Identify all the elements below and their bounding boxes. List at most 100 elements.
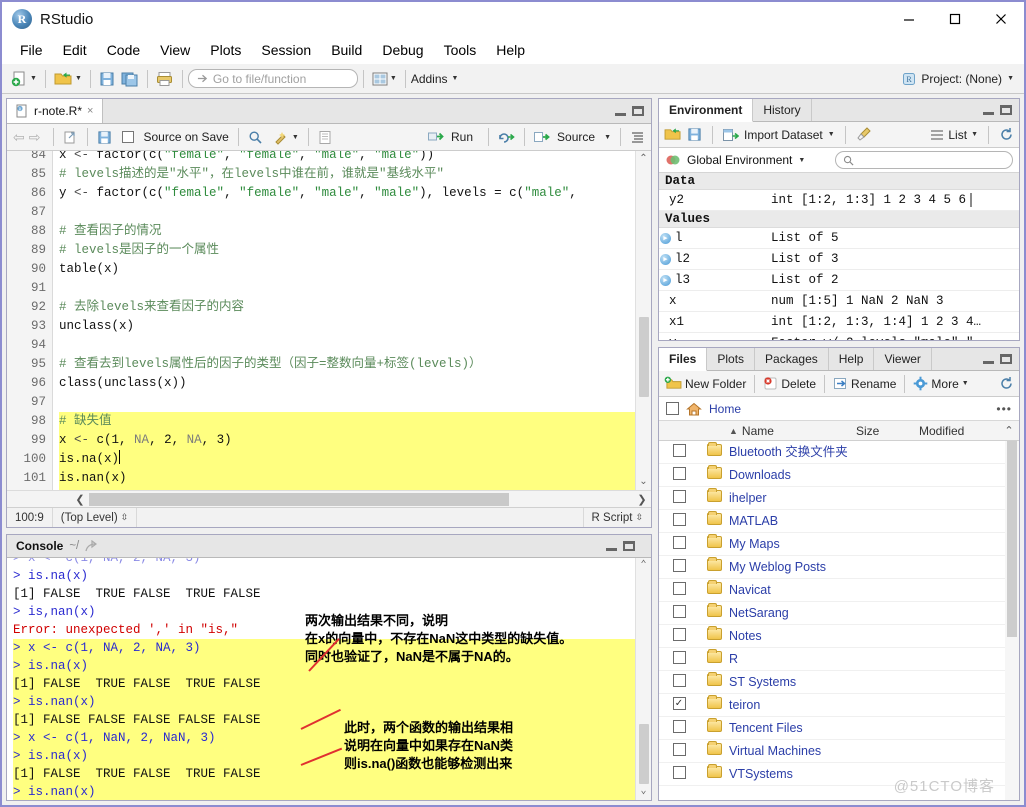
header-modified-col[interactable]: Modified <box>919 424 999 438</box>
file-name-link[interactable]: Notes <box>729 628 1019 644</box>
delete-icon[interactable] <box>763 376 778 391</box>
files-listing[interactable]: Bluetooth 交换文件夹 Downloads ihelper MATLAB My … <box>659 441 1019 800</box>
environment-row[interactable]: ▶ l List of 5 <box>659 228 1019 249</box>
updown-icon[interactable]: ⇳ <box>635 512 643 523</box>
files-path-home[interactable]: Home <box>709 402 741 416</box>
file-row[interactable]: MATLAB <box>659 510 1019 533</box>
file-checkbox[interactable] <box>672 513 686 526</box>
environment-variable-list[interactable]: Data y2 int [1:2, 1:3] 1 2 3 4 5 6 Values ▶ l… <box>659 173 1019 340</box>
chevron-down-icon[interactable]: ▼ <box>75 75 82 82</box>
menu-session[interactable]: Session <box>251 39 321 61</box>
code-line[interactable]: # levels描述的是"水平"，在levels中谁在前，谁就是"基线水平" <box>59 165 651 184</box>
code-line[interactable]: is.na(x) <box>59 450 651 469</box>
source-icon[interactable] <box>534 130 550 144</box>
code-line[interactable]: # levels是因子的一个属性 <box>59 241 651 260</box>
file-checkbox[interactable] <box>672 467 686 480</box>
file-checkbox[interactable] <box>672 628 686 641</box>
code-line[interactable]: y <- factor(c("female", "female", "male"… <box>59 184 651 203</box>
hscroll-track[interactable] <box>89 492 633 506</box>
scroll-down-icon[interactable]: ⌄ <box>640 784 646 800</box>
file-checkbox[interactable] <box>672 582 686 595</box>
updown-icon[interactable]: ⇳ <box>121 512 129 523</box>
source-label[interactable]: Source <box>557 130 595 144</box>
save-icon[interactable] <box>97 130 112 145</box>
tab-help[interactable]: Help <box>828 348 875 370</box>
file-checkbox[interactable] <box>672 674 686 687</box>
code-line[interactable]: # 查看因子的情况 <box>59 222 651 241</box>
files-scrollbar-thumb[interactable] <box>1007 441 1017 637</box>
file-type-selector[interactable]: R Script ⇳ <box>582 508 651 527</box>
file-name-link[interactable]: Virtual Machines <box>729 743 1019 759</box>
rename-label[interactable]: Rename <box>851 377 896 391</box>
menu-view[interactable]: View <box>150 39 200 61</box>
code-line[interactable] <box>59 279 651 298</box>
code-line[interactable]: is.nan(x) <box>59 469 651 488</box>
file-row[interactable]: ihelper <box>659 487 1019 510</box>
environment-row[interactable]: ▶ l2 List of 3 <box>659 249 1019 270</box>
file-row[interactable]: Navicat <box>659 579 1019 602</box>
chevron-down-icon[interactable]: ▼ <box>798 157 805 164</box>
maximize-pane-icon[interactable] <box>632 106 644 116</box>
new-file-button[interactable]: ▼ <box>8 67 40 91</box>
chevron-down-icon[interactable]: ▼ <box>452 75 459 82</box>
tab-files[interactable]: Files <box>659 348 708 371</box>
editor-horizontal-scrollbar[interactable]: ❮ ❯ <box>7 490 651 507</box>
file-row[interactable]: NetSarang <box>659 602 1019 625</box>
minimize-pane-icon[interactable] <box>606 547 617 551</box>
file-row[interactable]: Tencent Files <box>659 717 1019 740</box>
file-name-link[interactable]: R <box>729 651 1019 667</box>
run-label[interactable]: Run <box>451 130 473 144</box>
menu-tools[interactable]: Tools <box>434 39 487 61</box>
code-line[interactable]: # 查看去到levels属性后的因子的类型（因子=整数向量+标签(levels)… <box>59 355 651 374</box>
environment-row[interactable]: x num [1:5] 1 NaN 2 NaN 3 <box>659 291 1019 312</box>
expand-icon[interactable]: ▶ <box>660 274 671 286</box>
back-icon[interactable]: ⇦ <box>13 129 25 146</box>
forward-icon[interactable]: ⇨ <box>29 129 41 146</box>
file-checkbox[interactable] <box>672 720 686 733</box>
editor-vertical-scrollbar[interactable]: ⌃ ⌄ <box>635 151 651 490</box>
code-text-area[interactable]: x <- factor(c("female", "female", "male"… <box>53 151 651 490</box>
maximize-pane-icon[interactable] <box>1000 105 1012 115</box>
file-checkbox[interactable] <box>672 559 686 572</box>
close-button[interactable] <box>978 2 1024 36</box>
file-row[interactable]: ✓ teiron <box>659 694 1019 717</box>
minimize-button[interactable] <box>886 2 932 36</box>
source-on-save-checkbox[interactable] <box>122 131 135 143</box>
code-line[interactable] <box>59 488 651 490</box>
file-name-link[interactable]: NetSarang <box>729 605 1019 621</box>
minimize-pane-icon[interactable] <box>983 111 994 115</box>
console-vertical-scrollbar[interactable]: ⌃ ⌄ <box>635 558 651 800</box>
goto-file-function-input[interactable]: Go to file/function <box>187 69 358 88</box>
collapse-icon[interactable]: ⌃ <box>999 424 1019 437</box>
environment-row[interactable]: ▶ l3 List of 2 <box>659 270 1019 291</box>
chevron-down-icon[interactable]: ▼ <box>962 380 969 387</box>
minimize-pane-icon[interactable] <box>615 112 626 116</box>
source-tab-r-note[interactable]: R r-note.R* × <box>7 99 104 123</box>
more-label[interactable]: More <box>931 377 958 391</box>
file-row[interactable]: ST Systems <box>659 671 1019 694</box>
code-line[interactable] <box>59 336 651 355</box>
refresh-icon[interactable] <box>999 127 1014 142</box>
code-line[interactable]: unclass(x) <box>59 317 651 336</box>
scope-selector[interactable]: (Top Level) ⇳ <box>53 508 138 527</box>
header-name-col[interactable]: ▲ Name <box>729 424 856 438</box>
chevron-down-icon[interactable]: ▼ <box>1007 75 1014 82</box>
save-icon[interactable] <box>687 127 702 142</box>
file-checkbox[interactable] <box>672 605 686 618</box>
tab-environment[interactable]: Environment <box>659 99 754 122</box>
code-editor[interactable]: 84 85 86 87 88 89 90 91 92 93 94 95 96 97 989910010110… <box>7 151 651 490</box>
menu-build[interactable]: Build <box>321 39 372 61</box>
scroll-up-icon[interactable]: ⌃ <box>639 151 647 167</box>
environment-row[interactable]: x1 int [1:2, 1:3, 1:4] 1 2 3 4… <box>659 312 1019 333</box>
code-line[interactable]: class(unclass(x)) <box>59 374 651 393</box>
code-line[interactable]: # 缺失值 <box>59 412 651 431</box>
find-icon[interactable] <box>248 130 263 145</box>
popout-icon[interactable] <box>63 130 78 145</box>
scroll-right-icon[interactable]: ❯ <box>633 493 651 506</box>
menu-debug[interactable]: Debug <box>372 39 433 61</box>
chevron-down-icon[interactable]: ▼ <box>604 134 611 141</box>
menu-help[interactable]: Help <box>486 39 535 61</box>
chevron-down-icon[interactable]: ▼ <box>390 75 397 82</box>
scroll-down-icon[interactable]: ⌄ <box>639 474 647 490</box>
maximize-pane-icon[interactable] <box>1000 354 1012 364</box>
